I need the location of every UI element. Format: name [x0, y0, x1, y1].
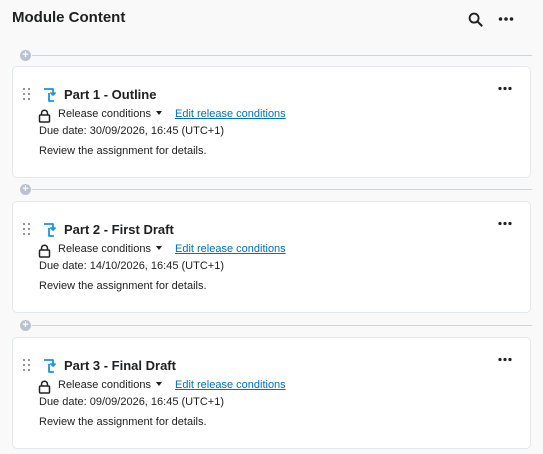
edit-release-conditions-link[interactable]: Edit release conditions	[175, 379, 286, 391]
release-conditions-dropdown[interactable]: Release conditions	[58, 379, 162, 391]
divider-line	[32, 55, 532, 56]
search-button[interactable]	[464, 8, 486, 30]
assignment-icon	[44, 88, 56, 102]
release-conditions-row: Release conditions Edit release conditio…	[38, 379, 338, 395]
content-item-card: Part 2 - First Draft Release conditions …	[12, 201, 531, 313]
add-item-button[interactable]: +	[20, 50, 31, 61]
lock-icon	[38, 109, 51, 123]
divider-line	[32, 325, 532, 326]
chevron-down-icon	[155, 246, 162, 250]
edit-release-conditions-link[interactable]: Edit release conditions	[175, 243, 286, 255]
item-more-button[interactable]	[495, 352, 515, 366]
release-conditions-row: Release conditions Edit release conditio…	[38, 108, 338, 124]
chevron-down-icon	[155, 111, 162, 115]
divider-line	[32, 189, 532, 190]
add-item-divider: +	[18, 319, 532, 333]
chevron-down-icon	[155, 382, 162, 386]
item-title[interactable]: Part 3 - Final Draft	[64, 358, 176, 373]
search-icon	[468, 12, 483, 27]
item-more-button[interactable]	[495, 81, 515, 95]
add-item-divider: +	[18, 183, 532, 197]
drag-handle-icon[interactable]	[23, 359, 31, 373]
add-item-button[interactable]: +	[20, 184, 31, 195]
more-horizontal-icon	[498, 86, 512, 90]
lock-icon	[38, 380, 51, 394]
assignment-icon	[44, 359, 56, 373]
module-more-button[interactable]	[495, 8, 517, 30]
drag-handle-icon[interactable]	[23, 223, 31, 237]
due-date: Due date: 09/09/2026, 16:45 (UTC+1)	[39, 396, 224, 408]
more-horizontal-icon	[498, 221, 512, 225]
add-item-button[interactable]: +	[20, 320, 31, 331]
module-header: Module Content	[0, 0, 543, 40]
lock-icon	[38, 244, 51, 258]
due-date: Due date: 30/09/2026, 16:45 (UTC+1)	[39, 125, 224, 137]
content-item-card: Part 1 - Outline Release conditions Edit…	[12, 66, 531, 178]
content-item-card: Part 3 - Final Draft Release conditions …	[12, 337, 531, 449]
item-more-button[interactable]	[495, 216, 515, 230]
more-horizontal-icon	[498, 357, 512, 361]
more-horizontal-icon	[498, 17, 514, 21]
release-conditions-label: Release conditions	[58, 379, 151, 391]
edit-release-conditions-link[interactable]: Edit release conditions	[175, 108, 286, 120]
drag-handle-icon[interactable]	[23, 88, 31, 102]
page-title: Module Content	[12, 9, 126, 26]
release-conditions-label: Release conditions	[58, 108, 151, 120]
add-item-divider: +	[18, 49, 532, 63]
release-conditions-dropdown[interactable]: Release conditions	[58, 243, 162, 255]
release-conditions-dropdown[interactable]: Release conditions	[58, 108, 162, 120]
item-description: Review the assignment for details.	[39, 145, 207, 157]
item-title[interactable]: Part 2 - First Draft	[64, 222, 174, 237]
item-description: Review the assignment for details.	[39, 280, 207, 292]
due-date: Due date: 14/10/2026, 16:45 (UTC+1)	[39, 260, 224, 272]
item-description: Review the assignment for details.	[39, 416, 207, 428]
release-conditions-label: Release conditions	[58, 243, 151, 255]
assignment-icon	[44, 223, 56, 237]
release-conditions-row: Release conditions Edit release conditio…	[38, 243, 338, 259]
item-title[interactable]: Part 1 - Outline	[64, 87, 156, 102]
